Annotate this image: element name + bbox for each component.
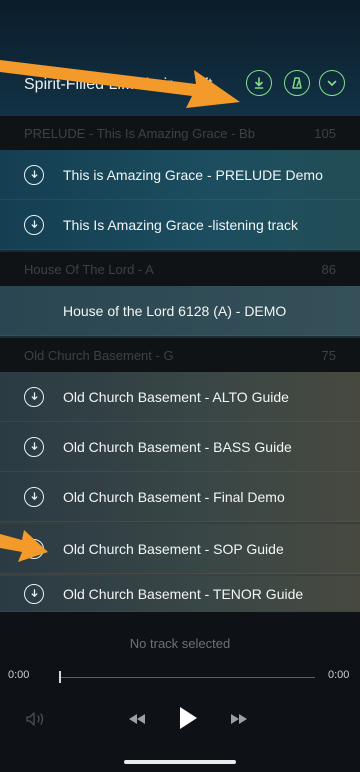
track-name: This Is Amazing Grace -listening track: [63, 216, 298, 233]
section-title: PRELUDE - This Is Amazing Grace - Bb: [24, 125, 255, 141]
section-header: House Of The Lord - A 86: [0, 252, 360, 286]
track-name: Old Church Basement - Final Demo: [63, 488, 285, 505]
track-name: House of the Lord 6128 (A) - DEMO: [63, 302, 287, 319]
fast-forward-button[interactable]: [228, 710, 250, 728]
section-header: PRELUDE - This Is Amazing Grace - Bb 105: [0, 116, 360, 150]
chevron-down-icon: [327, 80, 337, 86]
progress-slider[interactable]: [61, 677, 315, 678]
player-status: No track selected: [129, 636, 231, 651]
download-icon: [31, 170, 37, 178]
volume-button[interactable]: [24, 709, 48, 729]
track-name: Old Church Basement - ALTO Guide: [63, 388, 289, 405]
total-time: 0:00: [328, 669, 350, 681]
track-row[interactable]: This is Amazing Grace - PRELUDE Demo: [0, 150, 360, 200]
track-row[interactable]: Old Church Basement - Final Demo: [0, 472, 360, 522]
more-options-button[interactable]: [319, 70, 345, 96]
section-number: 86: [321, 261, 336, 277]
play-button[interactable]: [176, 704, 200, 732]
speaker-icon: [26, 712, 44, 726]
download-track-button[interactable]: [24, 486, 44, 507]
play-icon: [180, 707, 197, 729]
rewind-icon: [129, 714, 145, 724]
download-icon: [254, 77, 264, 89]
rewind-button[interactable]: [126, 710, 148, 728]
app-screen: Spirit-Filled Li...Choir – ...ft PRELUDE…: [0, 0, 360, 772]
track-row[interactable]: Old Church Basement - BASS Guide: [0, 422, 360, 472]
track-name: Old Church Basement - BASS Guide: [63, 438, 292, 455]
progress-knob[interactable]: [59, 671, 61, 683]
metronome-icon: [292, 77, 302, 89]
download-track-button[interactable]: [24, 583, 44, 604]
download-icon: [31, 442, 37, 450]
track-row[interactable]: This Is Amazing Grace -listening track: [0, 200, 360, 250]
track-name: Old Church Basement - SOP Guide: [63, 540, 284, 557]
section-title: House Of The Lord - A: [24, 261, 154, 277]
metronome-button[interactable]: [284, 70, 310, 96]
track-row[interactable]: House of the Lord 6128 (A) - DEMO: [0, 286, 360, 336]
section-title: Old Church Basement - G: [24, 347, 174, 363]
annotation-arrow-icon: [0, 530, 48, 562]
track-name: This is Amazing Grace - PRELUDE Demo: [63, 166, 323, 183]
section-number: 105: [314, 125, 336, 141]
download-track-button[interactable]: [24, 164, 44, 185]
track-row[interactable]: Old Church Basement - TENOR Guide: [0, 576, 360, 612]
annotation-arrow-icon: [0, 60, 240, 108]
track-row[interactable]: Old Church Basement - ALTO Guide: [0, 372, 360, 422]
section-number: 75: [321, 347, 336, 363]
download-track-button[interactable]: [24, 436, 44, 457]
download-icon: [31, 392, 37, 400]
fast-forward-icon: [231, 714, 247, 724]
track-name: Old Church Basement - TENOR Guide: [63, 585, 304, 602]
elapsed-time: 0:00: [8, 669, 30, 681]
section-header: Old Church Basement - G 75: [0, 338, 360, 372]
download-icon: [31, 220, 37, 228]
download-icon: [31, 492, 37, 500]
home-indicator[interactable]: [124, 760, 236, 764]
download-track-button[interactable]: [24, 386, 44, 407]
download-track-button[interactable]: [24, 214, 44, 235]
download-icon: [31, 589, 37, 597]
